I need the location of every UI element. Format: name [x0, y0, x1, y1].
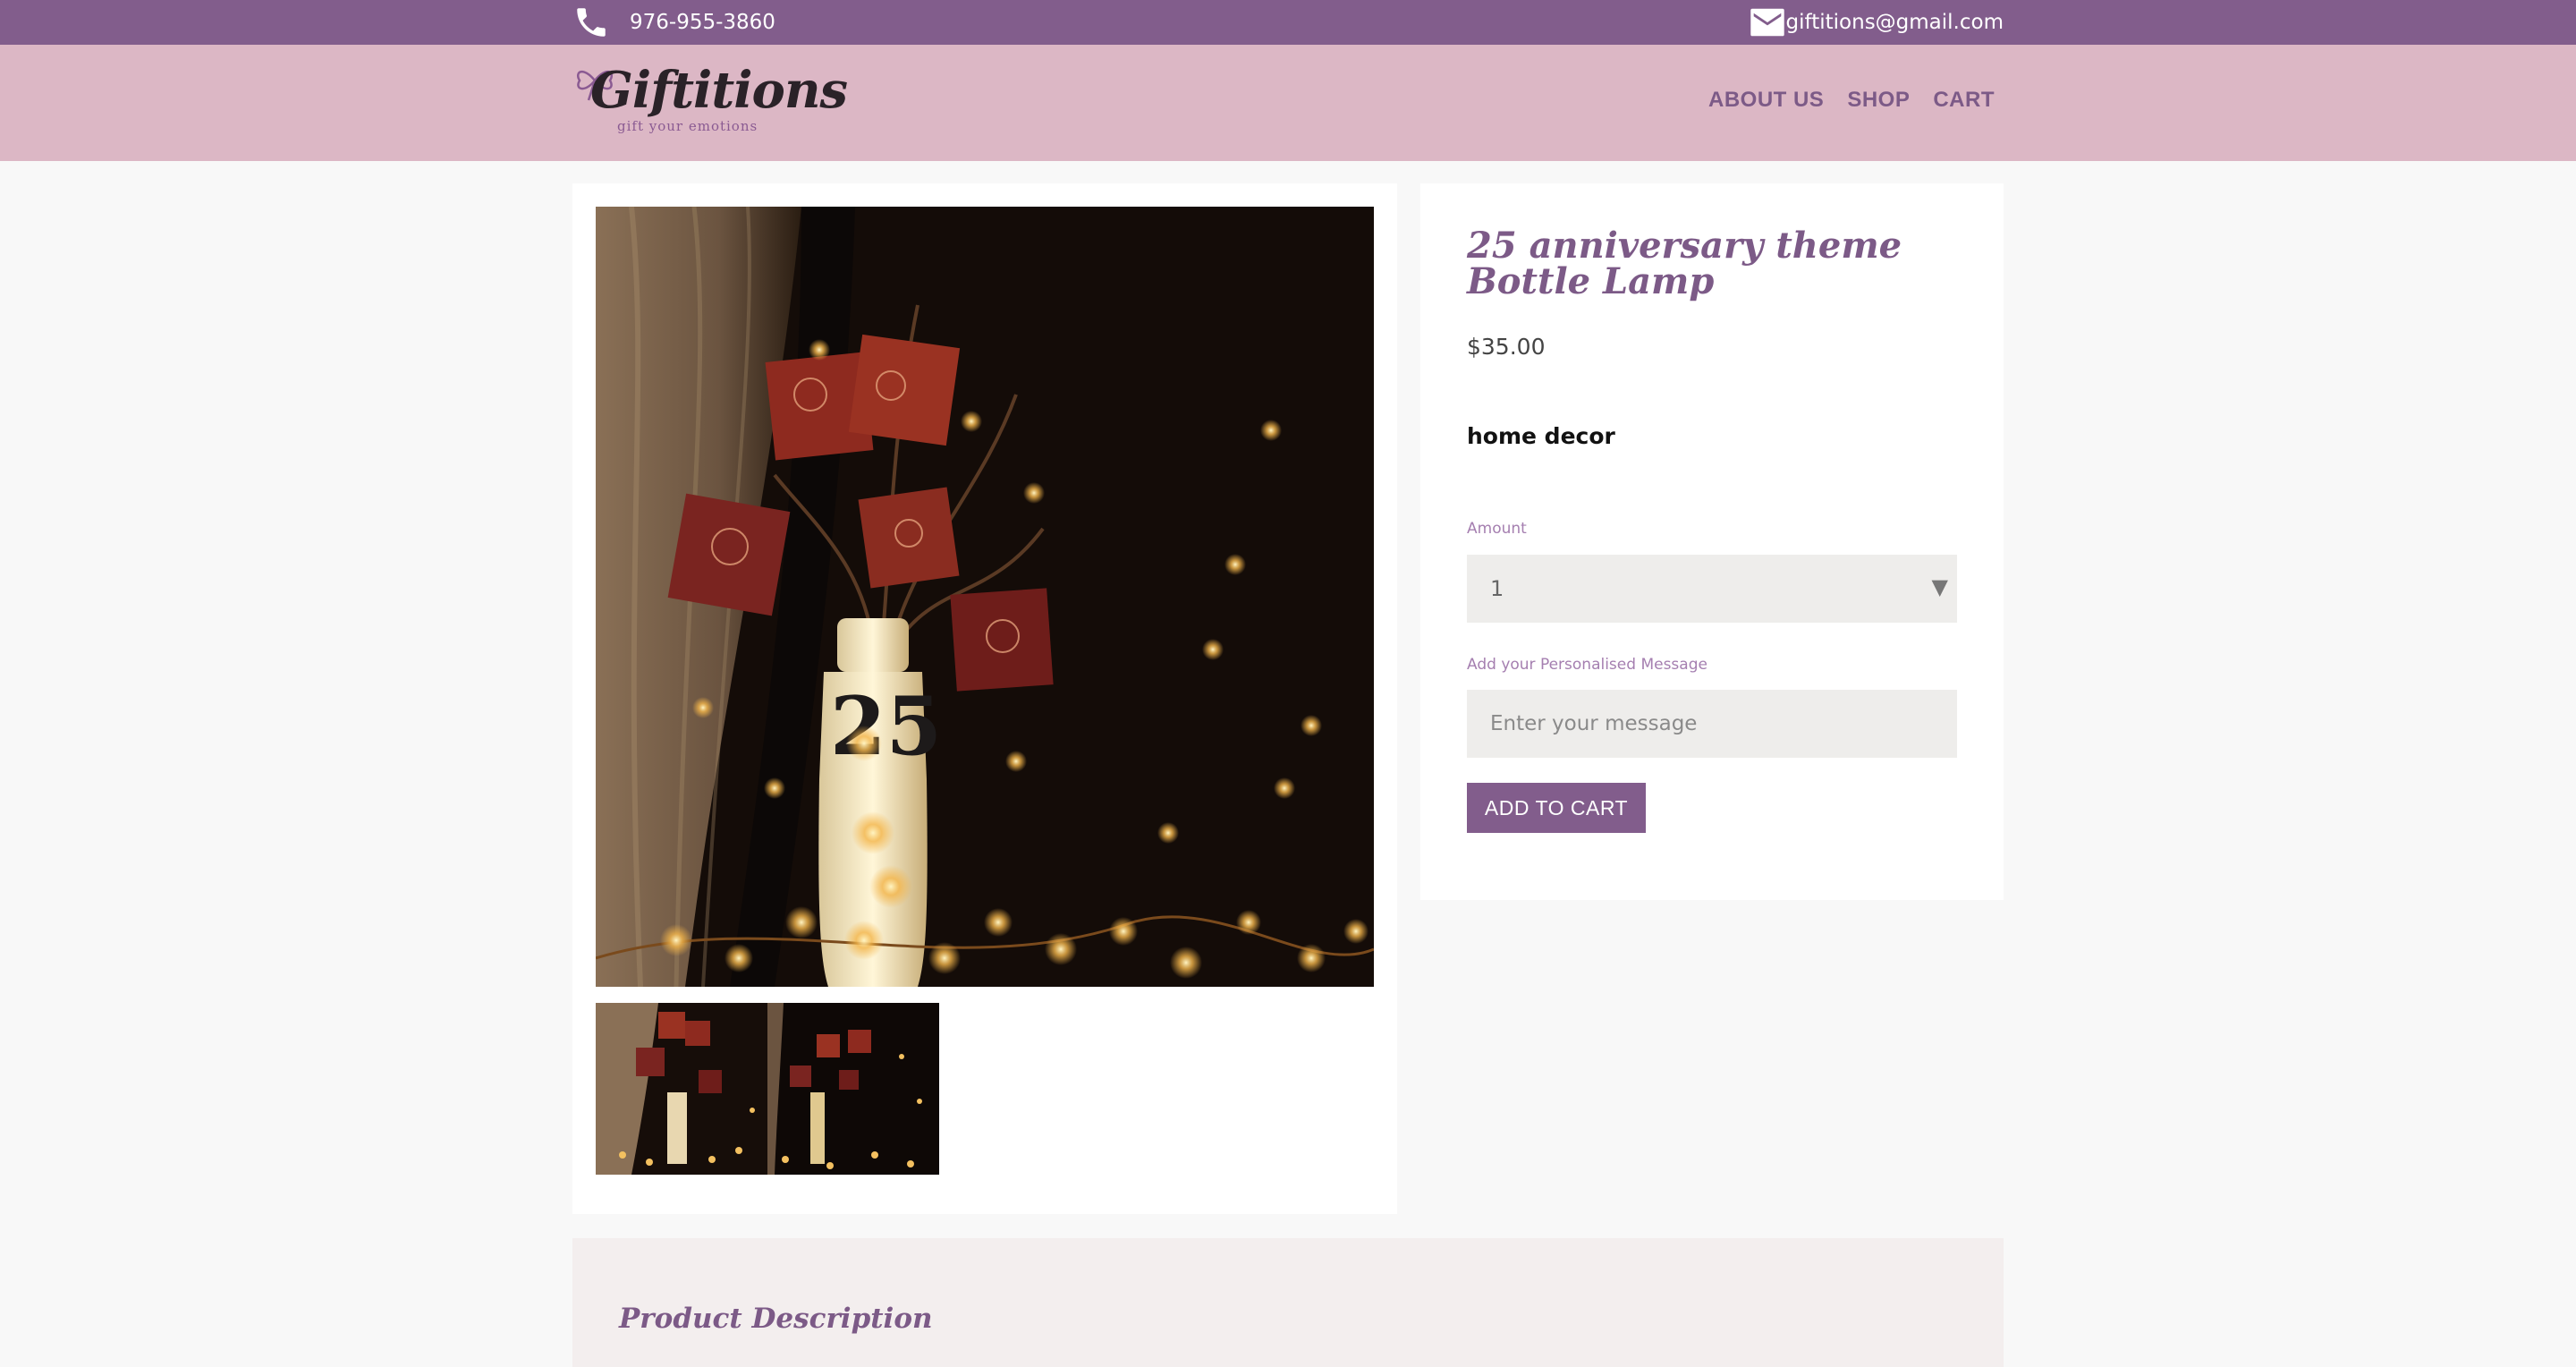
product-category[interactable]: home decor [1467, 423, 1615, 449]
nav-shop[interactable]: SHOP [1847, 88, 1910, 113]
amount-label: Amount [1467, 520, 1527, 538]
nav-cart[interactable]: CART [1933, 88, 1995, 113]
envelope-icon [1750, 8, 1784, 37]
product-main-image[interactable]: 25 [596, 207, 1374, 987]
chevron-down-icon: ▼ [1931, 574, 1948, 599]
bottle-lamp-photo: 25 [596, 207, 1374, 987]
phone-icon [577, 8, 606, 37]
product-thumbnail[interactable] [767, 1003, 939, 1175]
thumbnail-photo [767, 1003, 939, 1175]
svg-text:25: 25 [830, 679, 942, 774]
nav-about-us[interactable]: ABOUT US [1708, 88, 1824, 113]
amount-select[interactable]: 1 ▼ [1467, 555, 1957, 623]
logo-tagline: gift your emotions [617, 118, 758, 134]
product-info: 25 anniversary theme Bottle Lamp $35.00 … [1420, 183, 2004, 900]
add-to-cart-button[interactable]: ADD TO CART [1467, 783, 1646, 833]
main-nav: ABOUT US SHOP CART [1708, 88, 1995, 113]
message-label: Add your Personalised Message [1467, 656, 1707, 674]
phone-number[interactable]: 976-955-3860 [630, 9, 775, 36]
thumbnail-photo [596, 1003, 767, 1175]
email-address[interactable]: giftitions@gmail.com [1786, 9, 2004, 36]
description-heading: Product Description [619, 1303, 933, 1335]
amount-selected-value: 1 [1490, 576, 1504, 601]
product-title: 25 anniversary theme Bottle Lamp [1467, 225, 1902, 302]
product-gallery: 25 [572, 183, 1397, 1214]
thumbnail-strip [596, 1003, 939, 1175]
message-input[interactable] [1467, 690, 1957, 758]
product-thumbnail[interactable] [596, 1003, 767, 1175]
product-description-section: Product Description [572, 1238, 2004, 1367]
product-price: $35.00 [1467, 334, 1546, 360]
site-logo[interactable]: Giftitions gift your emotions [572, 54, 848, 143]
site-header: Giftitions gift your emotions ABOUT US S… [0, 45, 2576, 161]
contact-bar: 976-955-3860 giftitions@gmail.com [0, 0, 2576, 45]
logo-wordmark: Giftitions [590, 61, 848, 120]
